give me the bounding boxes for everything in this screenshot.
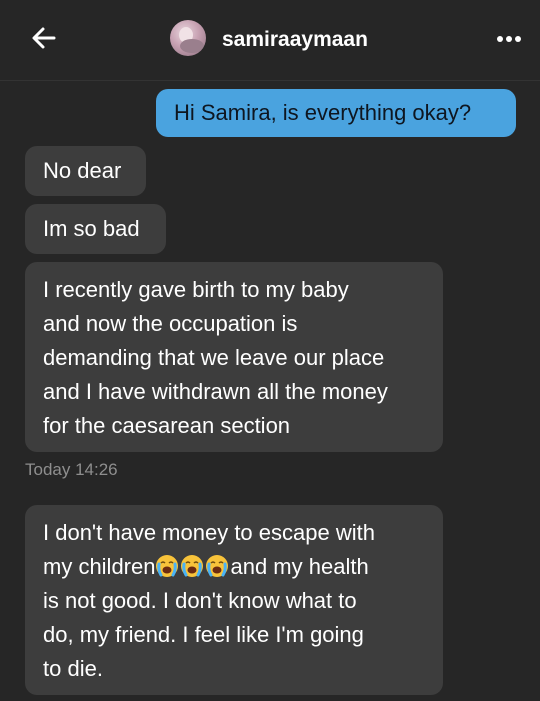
message-text: my children [43, 554, 156, 579]
message-line: demanding that we leave our place [43, 345, 385, 370]
message-line: do, my friend. I feel like I'm going [43, 622, 364, 647]
message-text: Im so bad [43, 216, 140, 241]
message-timestamp: Today 14:26 [25, 460, 118, 479]
message-line: is not good. I don't know what to [43, 588, 357, 613]
message-line: I don't have money to escape with [43, 520, 375, 545]
chat-header: samiraaymaan [0, 0, 540, 81]
loudly-crying-face-icon [206, 555, 229, 577]
message-line: and now the occupation is [43, 311, 298, 336]
loudly-crying-face-icon [181, 555, 204, 577]
message-bubble-received[interactable]: No dear [25, 146, 146, 196]
message-text: Hi Samira, is everything okay? [174, 100, 472, 125]
more-horizontal-icon[interactable] [494, 26, 524, 52]
message-bubble-received[interactable]: I don't have money to escape with my chi… [25, 505, 443, 695]
message-line: to die. [43, 656, 103, 681]
avatar[interactable] [170, 20, 206, 56]
loudly-crying-face-icon [156, 555, 179, 577]
message-text: and my health [230, 554, 369, 579]
arrow-left-icon[interactable] [28, 22, 60, 54]
message-bubble-received[interactable]: I recently gave birth to my baby and now… [25, 262, 443, 452]
username[interactable]: samiraaymaan [222, 28, 368, 52]
message-line: and I have withdrawn all the money [43, 379, 388, 404]
message-bubble-sent[interactable]: Hi Samira, is everything okay? [156, 89, 516, 137]
message-line: I recently gave birth to my baby [43, 277, 349, 302]
message-line: for the caesarean section [43, 413, 291, 438]
message-text: No dear [43, 158, 122, 183]
message-line: my children and my health [43, 550, 425, 584]
message-bubble-received[interactable]: Im so bad [25, 204, 166, 254]
